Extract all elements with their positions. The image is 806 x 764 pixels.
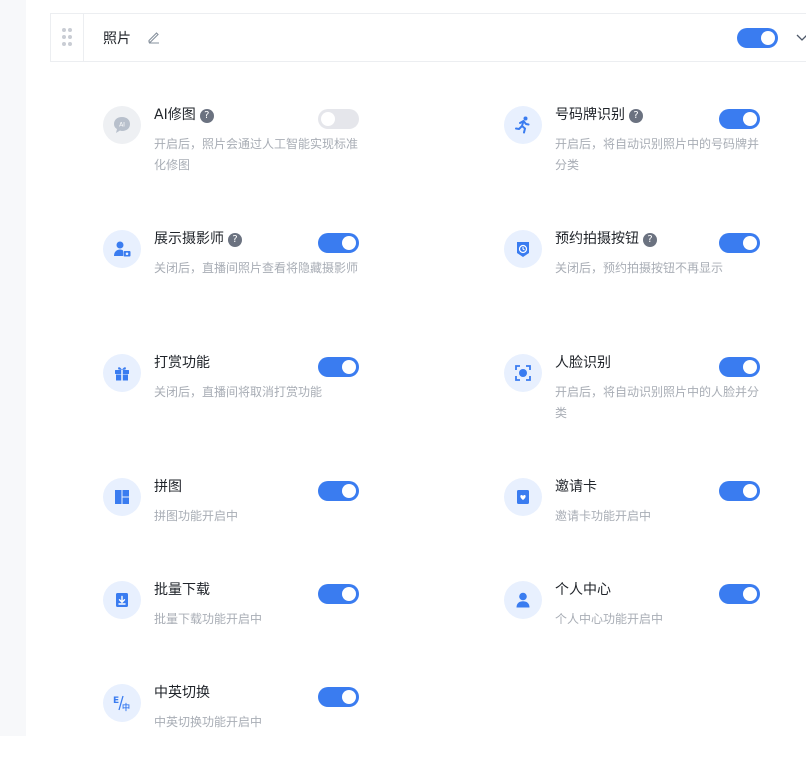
feature-description: 邀请卡功能开启中 (555, 509, 652, 523)
feature-description: 开启后，照片会通过人工智能实现标准化修图 (154, 137, 359, 172)
feature-show-photographer: 展示摄影师? 关闭后，直播间照片查看将隐藏摄影师 (103, 230, 383, 310)
feature-appointment-button: 预约拍摄按钮? 关闭后，预约拍摄按钮不再显示 (504, 230, 784, 310)
feature-description: 拼图功能开启中 (154, 509, 239, 523)
feature-name: 号码牌识别? (555, 104, 643, 124)
left-gutter (0, 0, 26, 736)
feature-tipping: 打赏功能 关闭后，直播间将取消打赏功能 (103, 354, 383, 434)
feature-name: 批量下载 (154, 582, 210, 598)
gift-icon (103, 354, 141, 392)
drag-handle[interactable] (51, 14, 84, 61)
help-icon[interactable]: ? (629, 109, 643, 123)
toggle-collage[interactable] (318, 481, 359, 501)
toggle-invitation-card[interactable] (719, 481, 760, 501)
feature-description: 中英切换功能开启中 (154, 715, 263, 729)
feature-invitation-card: 邀请卡 邀请卡功能开启中 (504, 478, 784, 558)
toggle-face-recognition[interactable] (719, 357, 760, 377)
chevron-down-icon[interactable] (795, 30, 806, 44)
feature-name: 中英切换 (154, 685, 210, 701)
feature-name: 预约拍摄按钮? (555, 228, 657, 248)
download-icon (103, 581, 141, 619)
svg-text:AI: AI (119, 122, 125, 129)
feature-name: 人脸识别 (555, 355, 611, 371)
feature-bib-recognition: 号码牌识别? 开启后，将自动识别照片中的号码牌并分类 (504, 106, 784, 186)
toggle-tipping[interactable] (318, 357, 359, 377)
feature-description: 个人中心功能开启中 (555, 612, 664, 626)
section-title: 照片 (103, 31, 131, 47)
user-icon (504, 581, 542, 619)
help-icon[interactable]: ? (228, 233, 242, 247)
feature-batch-download: 批量下载 批量下载功能开启中 (103, 581, 383, 661)
feature-name: 邀请卡 (555, 479, 597, 495)
feature-description: 开启后，将自动识别照片中的人脸并分类 (555, 385, 760, 420)
face-scan-icon (504, 354, 542, 392)
feature-name: 个人中心 (555, 582, 611, 598)
feature-name: 展示摄影师? (154, 228, 242, 248)
feature-language-switch: E 中 中英切换 中英切换功能开启中 (103, 684, 383, 764)
svg-text:中: 中 (122, 702, 130, 712)
feature-description: 开启后，将自动识别照片中的号码牌并分类 (555, 137, 760, 172)
feature-description: 关闭后，直播间将取消打赏功能 (154, 385, 323, 399)
language-switch-icon: E 中 (103, 684, 141, 722)
feature-description: 关闭后，预约拍摄按钮不再显示 (555, 261, 724, 275)
invitation-card-icon (504, 478, 542, 516)
ai-chat-icon: AI (103, 106, 141, 144)
help-icon[interactable]: ? (643, 233, 657, 247)
feature-face-recognition: 人脸识别 开启后，将自动识别照片中的人脸并分类 (504, 354, 784, 434)
toggle-batch-download[interactable] (318, 584, 359, 604)
toggle-ai-retouch[interactable] (318, 109, 359, 129)
feature-collage: 拼图 拼图功能开启中 (103, 478, 383, 558)
feature-description: 关闭后，直播间照片查看将隐藏摄影师 (154, 261, 359, 275)
toggle-language-switch[interactable] (318, 687, 359, 707)
appointment-clock-icon (504, 230, 542, 268)
collage-icon (103, 478, 141, 516)
photographer-icon (103, 230, 141, 268)
feature-name: AI修图? (154, 104, 214, 124)
feature-ai-retouch: AI AI修图? 开启后，照片会通过人工智能实现标准化修图 (103, 106, 383, 186)
section-toggle[interactable] (737, 28, 778, 48)
toggle-appointment-button[interactable] (719, 233, 760, 253)
help-icon[interactable]: ? (199, 109, 214, 123)
section-header: 照片 (50, 13, 806, 62)
running-person-icon (504, 106, 542, 144)
toggle-bib-recognition[interactable] (719, 109, 760, 129)
feature-personal-center: 个人中心 个人中心功能开启中 (504, 581, 784, 661)
toggle-show-photographer[interactable] (318, 233, 359, 253)
drag-dots-icon (62, 28, 72, 46)
feature-name: 拼图 (154, 479, 182, 495)
svg-text:E: E (113, 696, 119, 706)
feature-name: 打赏功能 (154, 355, 210, 371)
feature-description: 批量下载功能开启中 (154, 612, 263, 626)
edit-pencil-icon[interactable] (147, 30, 161, 44)
toggle-personal-center[interactable] (719, 584, 760, 604)
